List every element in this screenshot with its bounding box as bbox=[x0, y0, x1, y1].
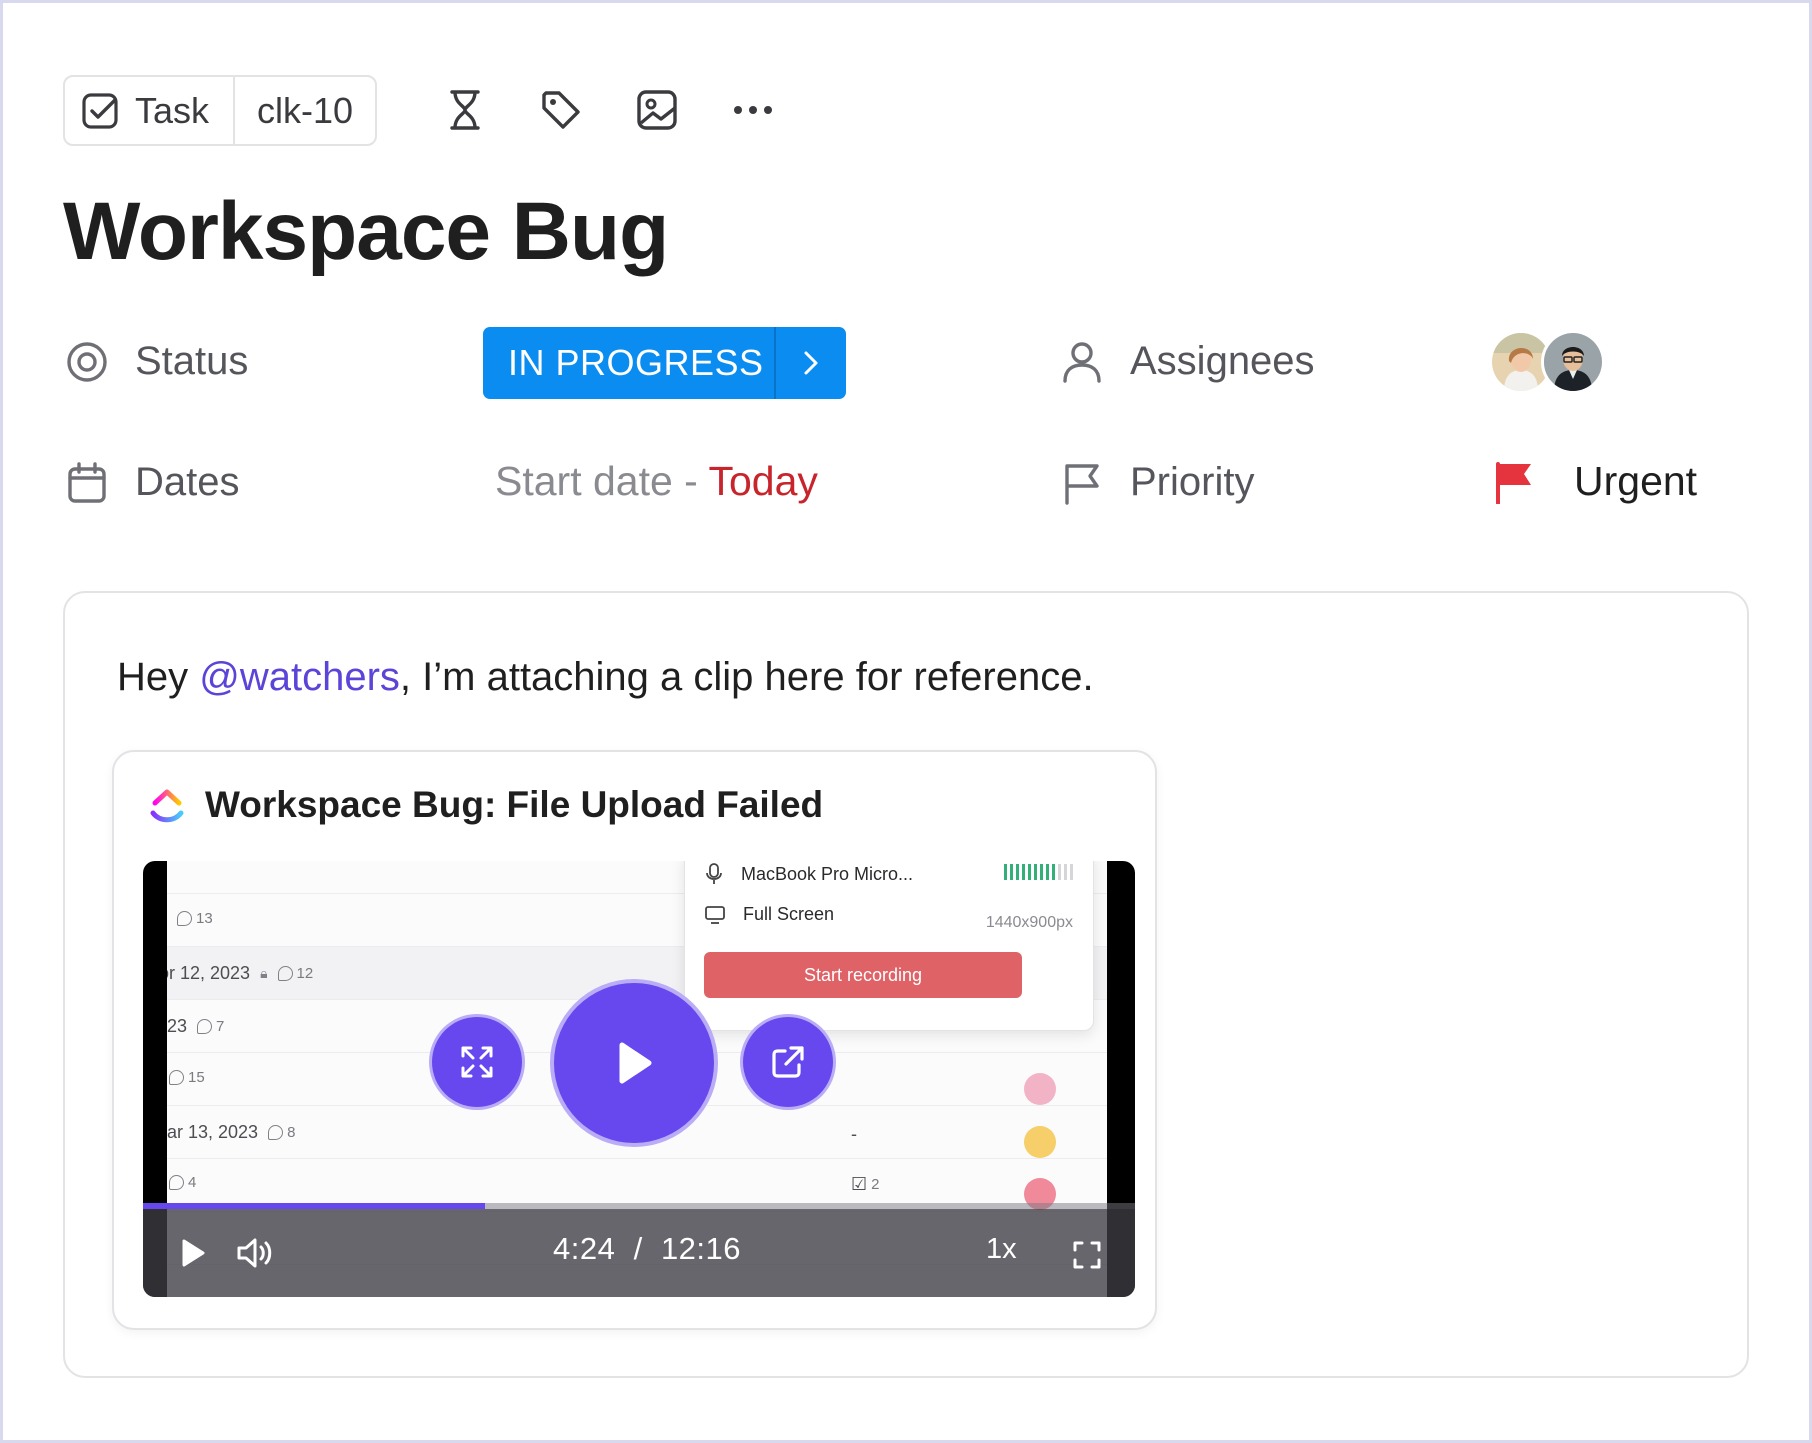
lock-icon: 🔒︎ bbox=[260, 965, 268, 981]
external-link-icon bbox=[772, 1046, 804, 1078]
row-meta: 4 bbox=[167, 1174, 196, 1191]
fullscreen-icon bbox=[1073, 1241, 1101, 1269]
comment-prefix: Hey bbox=[117, 655, 200, 699]
fullscreen-button[interactable] bbox=[1067, 1235, 1107, 1275]
start-date-value: Today bbox=[708, 458, 818, 504]
hourglass-icon[interactable] bbox=[443, 88, 487, 132]
task-type-label: Task bbox=[135, 89, 210, 131]
task-type-button[interactable]: Task bbox=[65, 77, 233, 144]
playback-speed-button[interactable]: 1x bbox=[986, 1233, 1017, 1266]
screen-option[interactable]: Full Screen bbox=[705, 904, 834, 925]
screen-resolution: 1440x900px bbox=[985, 914, 1073, 931]
monitor-icon bbox=[705, 905, 725, 924]
row-meta: 23 7 bbox=[167, 1016, 224, 1037]
row-meta: or 12, 2023 🔒︎ 12 bbox=[167, 963, 313, 984]
screen-label: Full Screen bbox=[743, 904, 835, 924]
image-icon[interactable] bbox=[635, 88, 679, 132]
status-next-button[interactable] bbox=[774, 327, 846, 399]
dates-label: Dates bbox=[135, 460, 240, 504]
status-value: IN PROGRESS bbox=[508, 342, 764, 383]
status-button[interactable]: IN PROGRESS bbox=[483, 327, 846, 399]
play-icon bbox=[182, 1239, 205, 1267]
mic-option[interactable]: MacBook Pro Micro... bbox=[705, 863, 913, 885]
time-separator: / bbox=[633, 1231, 643, 1266]
priority-field-label: Priority bbox=[1060, 460, 1254, 505]
comment-count: 15 bbox=[188, 1069, 205, 1086]
mention-link[interactable]: @watchers bbox=[199, 655, 400, 699]
avatar bbox=[1024, 1073, 1056, 1105]
chevron-right-icon bbox=[804, 351, 818, 375]
task-type-pill[interactable]: Task clk-10 bbox=[63, 75, 378, 146]
flag-icon bbox=[1065, 463, 1099, 505]
dates-field-label: Dates bbox=[65, 460, 240, 505]
clickup-logo-icon bbox=[148, 786, 186, 826]
video-controls: 4:24 / 12:16 1x bbox=[143, 1209, 1135, 1297]
calendar-icon bbox=[68, 461, 106, 503]
volume-button[interactable] bbox=[233, 1233, 277, 1273]
assignees-label: Assignees bbox=[1130, 339, 1315, 383]
row-meta: ar 13, 2023 8 bbox=[167, 1122, 295, 1143]
open-external-button[interactable] bbox=[740, 1014, 836, 1110]
comment-count: 13 bbox=[196, 910, 213, 927]
row-subtasks: ☑︎ 2 bbox=[851, 1174, 879, 1195]
control-play-button[interactable] bbox=[173, 1233, 213, 1273]
checklist-icon: ☑︎ bbox=[851, 1174, 868, 1194]
start-date-field[interactable]: Start date - Today bbox=[495, 458, 818, 505]
expand-icon bbox=[461, 1046, 493, 1078]
comment-count: 4 bbox=[188, 1174, 197, 1191]
volume-icon bbox=[237, 1238, 272, 1268]
duration: 12:16 bbox=[660, 1231, 742, 1266]
subtask-count: 2 bbox=[871, 1176, 880, 1193]
row-dash: - bbox=[851, 1124, 857, 1144]
avatar[interactable] bbox=[1541, 330, 1605, 394]
priority-value-button[interactable]: Urgent bbox=[1494, 458, 1697, 505]
assignee-avatars[interactable] bbox=[1489, 330, 1605, 394]
comment-icon bbox=[169, 1175, 184, 1190]
row-date: 23 bbox=[167, 1016, 188, 1036]
comment-icon bbox=[277, 966, 293, 981]
clip-title[interactable]: Workspace Bug: File Upload Failed bbox=[205, 784, 823, 826]
task-title[interactable]: Workspace Bug bbox=[63, 185, 669, 279]
mic-level-meter bbox=[1004, 864, 1073, 880]
status-icon bbox=[67, 341, 107, 382]
start-date-label: Start date - bbox=[495, 458, 709, 504]
task-id-button[interactable]: clk-10 bbox=[233, 77, 375, 144]
video-player[interactable]: 13 or 12, 2023 🔒︎ 12 23 7 15 ar 13, 2023 8 4… bbox=[143, 861, 1135, 1297]
recording-popover: MacBook Pro Micro... Full Screen 1440x90… bbox=[684, 861, 1094, 1031]
urgent-flag-icon bbox=[1496, 461, 1531, 504]
comment-icon bbox=[268, 1125, 284, 1140]
video-time: 4:24 / 12:16 bbox=[553, 1231, 741, 1267]
user-icon bbox=[1063, 341, 1101, 383]
avatar bbox=[1024, 1126, 1056, 1158]
priority-value: Urgent bbox=[1574, 458, 1698, 504]
expand-button[interactable] bbox=[429, 1014, 525, 1110]
checkbox-icon bbox=[82, 92, 118, 129]
current-time: 4:24 bbox=[553, 1231, 616, 1266]
start-recording-button[interactable]: Start recording bbox=[704, 952, 1022, 998]
microphone-icon bbox=[706, 863, 722, 884]
row-meta: 15 bbox=[167, 1069, 205, 1086]
tag-icon[interactable] bbox=[539, 88, 583, 132]
play-icon bbox=[619, 1042, 652, 1084]
status-label: Status bbox=[135, 339, 249, 383]
priority-label: Priority bbox=[1130, 460, 1255, 504]
mic-label: MacBook Pro Micro... bbox=[741, 863, 914, 884]
comment-text: Hey @watchers, I’m attaching a clip here… bbox=[117, 655, 1094, 700]
comment-suffix: , I’m attaching a clip here for referenc… bbox=[399, 655, 1094, 699]
play-button[interactable] bbox=[550, 979, 718, 1147]
comment-count: 7 bbox=[216, 1018, 225, 1035]
comment-icon bbox=[177, 911, 192, 926]
comment-count: 12 bbox=[296, 965, 314, 982]
comment-icon bbox=[197, 1019, 213, 1034]
row-date: or 12, 2023 bbox=[167, 963, 251, 983]
status-field-label: Status bbox=[65, 339, 248, 384]
assignees-field-label: Assignees bbox=[1060, 339, 1315, 384]
row-date: ar 13, 2023 bbox=[167, 1122, 259, 1142]
task-id-label: clk-10 bbox=[257, 89, 354, 131]
comment-count: 8 bbox=[287, 1124, 296, 1141]
row-meta: 13 bbox=[167, 910, 213, 927]
comment-icon bbox=[169, 1070, 184, 1085]
task-toolbar: Task clk-10 bbox=[63, 75, 378, 146]
more-icon[interactable] bbox=[731, 88, 775, 132]
